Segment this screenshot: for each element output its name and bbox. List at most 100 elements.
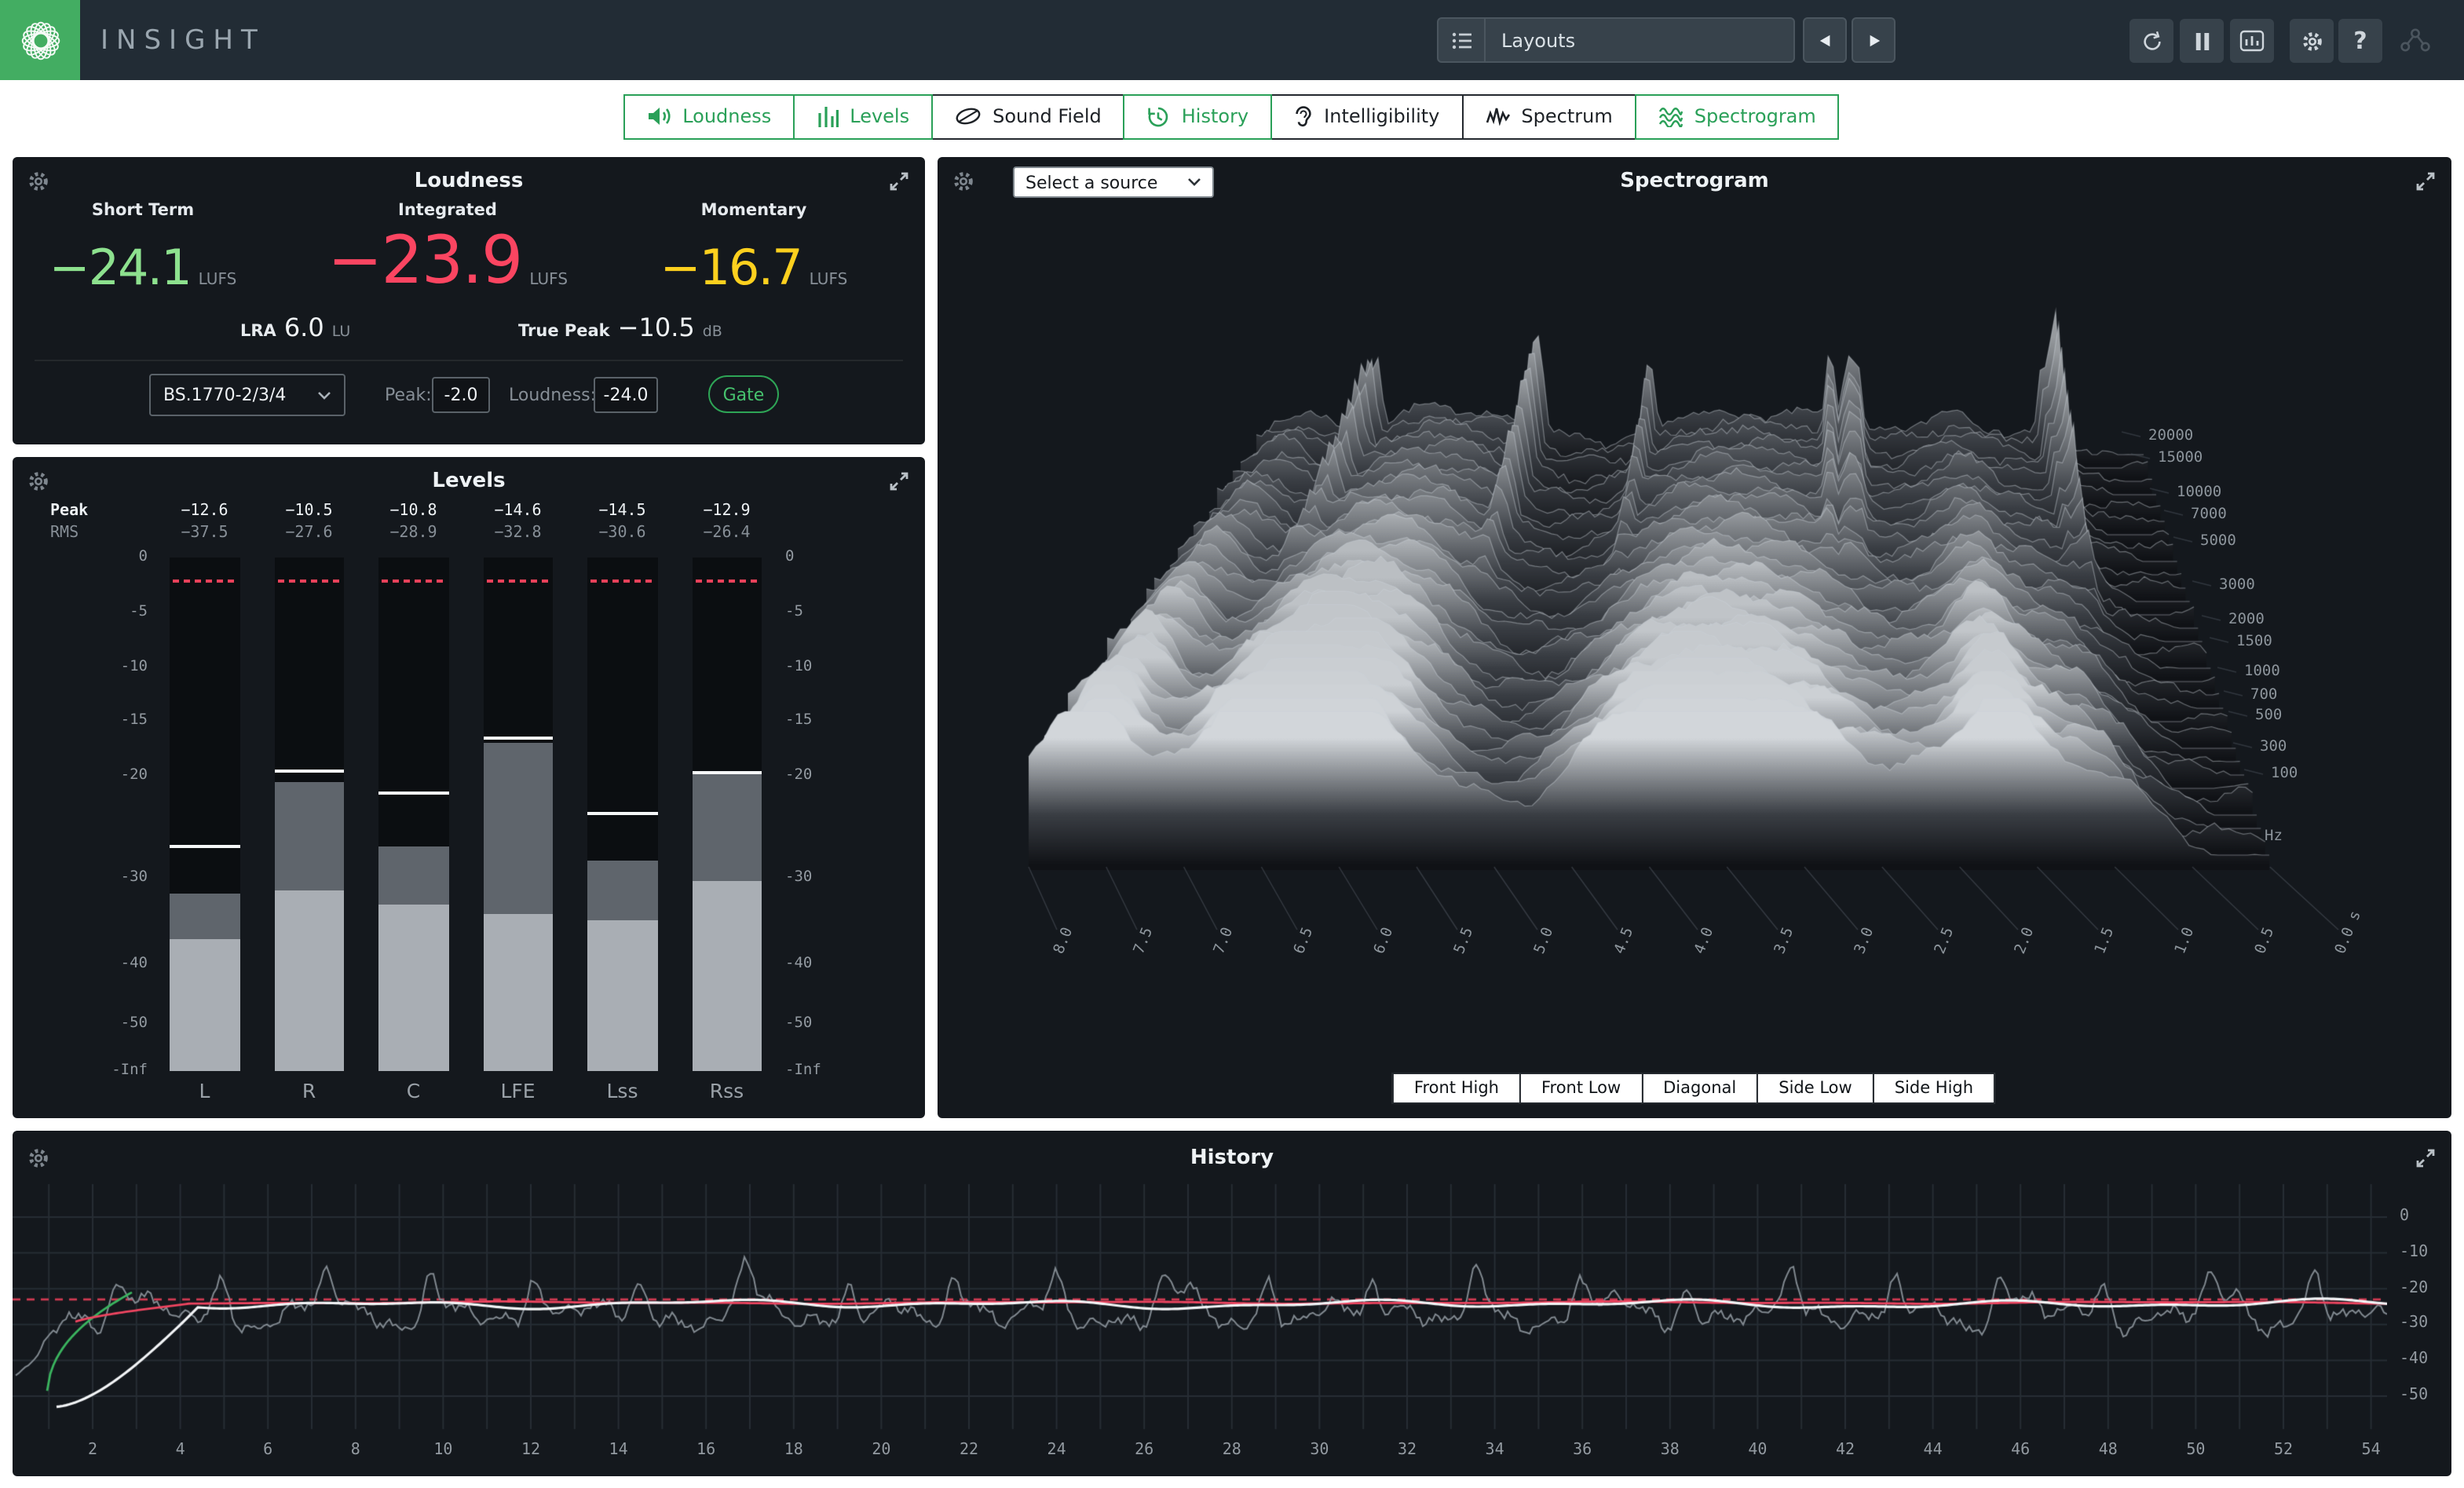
rms-fill bbox=[483, 914, 553, 1071]
view-button-side-high[interactable]: Side High bbox=[1873, 1073, 1995, 1104]
rms-hold-fill bbox=[274, 782, 344, 891]
tab-label: Sound Field bbox=[993, 105, 1102, 127]
history-x-axis-label: 2 bbox=[69, 1442, 116, 1459]
view-button-side-low[interactable]: Side Low bbox=[1757, 1073, 1874, 1104]
history-x-axis-label: 14 bbox=[595, 1442, 642, 1459]
channel-peak-value: −14.6 bbox=[471, 503, 565, 520]
forward-icon bbox=[1866, 32, 1881, 48]
app-title: INSIGHT bbox=[101, 25, 265, 57]
tab-spectrum[interactable]: Spectrum bbox=[1461, 93, 1636, 139]
spectrogram-view-buttons: Front HighFront LowDiagonalSide LowSide … bbox=[1394, 1073, 1995, 1104]
rms-fill bbox=[692, 880, 762, 1071]
settings-button[interactable] bbox=[2290, 19, 2334, 63]
channel-name-label: R bbox=[262, 1079, 356, 1102]
levels-scale-label: -40 bbox=[94, 955, 148, 972]
history-expand-icon[interactable] bbox=[2415, 1148, 2436, 1168]
question-mark-icon: ? bbox=[2353, 27, 2367, 55]
tab-spectrogram[interactable]: Spectrogram bbox=[1635, 93, 1840, 139]
loop-icon bbox=[2140, 29, 2163, 53]
layout-back-button[interactable] bbox=[1803, 17, 1847, 63]
levels-scale-label: 0 bbox=[785, 548, 839, 565]
pause-icon bbox=[2193, 31, 2210, 51]
tab-levels[interactable]: Levels bbox=[793, 93, 933, 139]
channel-rms-value: −26.4 bbox=[680, 525, 774, 542]
view-button-front-low[interactable]: Front Low bbox=[1519, 1073, 1643, 1104]
history-clock-icon bbox=[1147, 104, 1171, 128]
history-x-axis-label: 22 bbox=[945, 1442, 993, 1459]
tab-history[interactable]: History bbox=[1124, 93, 1272, 139]
history-x-axis-label: 8 bbox=[332, 1442, 379, 1459]
history-y-axis-label: -50 bbox=[2400, 1387, 2428, 1404]
short-term-label: Short Term bbox=[2, 201, 284, 220]
help-button[interactable]: ? bbox=[2338, 19, 2382, 63]
history-x-axis-label: 52 bbox=[2260, 1442, 2307, 1459]
channel-rms-value: −27.6 bbox=[262, 525, 356, 542]
channel-rms-value: −32.8 bbox=[471, 525, 565, 542]
peak-threshold-input[interactable] bbox=[432, 377, 490, 413]
clip-line bbox=[695, 579, 759, 583]
channel-peak-value: −14.5 bbox=[576, 503, 670, 520]
level-meter-L bbox=[170, 558, 239, 1071]
history-x-axis-label: 4 bbox=[157, 1442, 204, 1459]
levels-scale-label: -15 bbox=[94, 712, 148, 729]
layouts-label: Layouts bbox=[1486, 29, 1575, 51]
tab-loudness[interactable]: Loudness bbox=[623, 93, 795, 139]
level-meter-Rss bbox=[692, 558, 762, 1071]
integrated-unit: LUFS bbox=[529, 272, 568, 289]
spectrogram-3d-view[interactable] bbox=[938, 157, 2451, 1118]
clip-line bbox=[590, 579, 654, 583]
loudness-standard-dropdown[interactable]: BS.1770-2/3/4 bbox=[149, 374, 345, 416]
pause-button[interactable] bbox=[2180, 19, 2224, 63]
view-button-front-high[interactable]: Front High bbox=[1392, 1073, 1521, 1104]
history-y-axis-label: 0 bbox=[2400, 1208, 2409, 1225]
history-x-axis-label: 10 bbox=[419, 1442, 466, 1459]
history-x-axis-label: 12 bbox=[507, 1442, 554, 1459]
freq-axis-label: 1500 bbox=[2236, 633, 2272, 650]
peak-hold-line bbox=[378, 792, 448, 795]
spectrogram-panel: Select a source Spectrogram 200001500010… bbox=[938, 157, 2451, 1118]
rms-row-label: RMS bbox=[50, 525, 79, 542]
loudness-target-input[interactable] bbox=[594, 377, 658, 413]
settings-gear-icon bbox=[2300, 29, 2323, 53]
channel-name-label: L bbox=[158, 1079, 252, 1102]
layouts-dropdown[interactable]: Layouts bbox=[1437, 17, 1795, 63]
freq-axis-label: 15000 bbox=[2158, 449, 2203, 466]
levels-panel-title: Levels bbox=[13, 470, 925, 493]
history-x-axis-label: 24 bbox=[1033, 1442, 1080, 1459]
loudness-expand-icon[interactable] bbox=[889, 171, 909, 192]
levels-scale-label: -Inf bbox=[94, 1062, 148, 1079]
history-x-axis-label: 36 bbox=[1559, 1442, 1606, 1459]
chevron-down-icon bbox=[317, 390, 331, 400]
history-x-axis-label: 18 bbox=[770, 1442, 817, 1459]
rms-hold-fill bbox=[587, 861, 657, 920]
tab-intelligibility[interactable]: Intelligibility bbox=[1270, 93, 1463, 139]
history-x-axis-label: 54 bbox=[2348, 1442, 2395, 1459]
rms-hold-fill bbox=[483, 743, 553, 914]
gate-button[interactable]: Gate bbox=[708, 375, 779, 413]
tab-label: Spectrogram bbox=[1694, 105, 1816, 127]
history-x-axis-label: 28 bbox=[1208, 1442, 1256, 1459]
tab-sound-field[interactable]: Sound Field bbox=[931, 93, 1125, 139]
spiral-logo-icon bbox=[12, 12, 68, 68]
levels-scale-label: -10 bbox=[94, 657, 148, 675]
levels-scale-label: -40 bbox=[785, 955, 839, 972]
rms-fill bbox=[170, 939, 239, 1071]
momentary-label: Momentary bbox=[612, 201, 895, 220]
freq-axis-label: 20000 bbox=[2148, 427, 2193, 444]
rms-hold-fill bbox=[692, 773, 762, 880]
peak-hold-line bbox=[483, 737, 553, 740]
tab-label: Levels bbox=[850, 105, 909, 127]
level-meter-R bbox=[274, 558, 344, 1071]
layout-forward-button[interactable] bbox=[1852, 17, 1896, 63]
history-y-axis-label: -40 bbox=[2400, 1351, 2428, 1368]
tab-label: Spectrum bbox=[1521, 105, 1612, 127]
loop-playback-button[interactable] bbox=[2129, 19, 2173, 63]
lra-readout: LRA 6.0 LU bbox=[240, 313, 350, 342]
history-x-axis-label: 30 bbox=[1296, 1442, 1343, 1459]
meter-bridge-button[interactable] bbox=[2230, 19, 2274, 63]
history-x-axis-label: 40 bbox=[1734, 1442, 1781, 1459]
integrated-block: Integrated −23.9LUFS bbox=[306, 201, 589, 294]
view-button-diagonal[interactable]: Diagonal bbox=[1641, 1073, 1758, 1104]
clip-line bbox=[173, 579, 236, 583]
levels-expand-icon[interactable] bbox=[889, 471, 909, 492]
